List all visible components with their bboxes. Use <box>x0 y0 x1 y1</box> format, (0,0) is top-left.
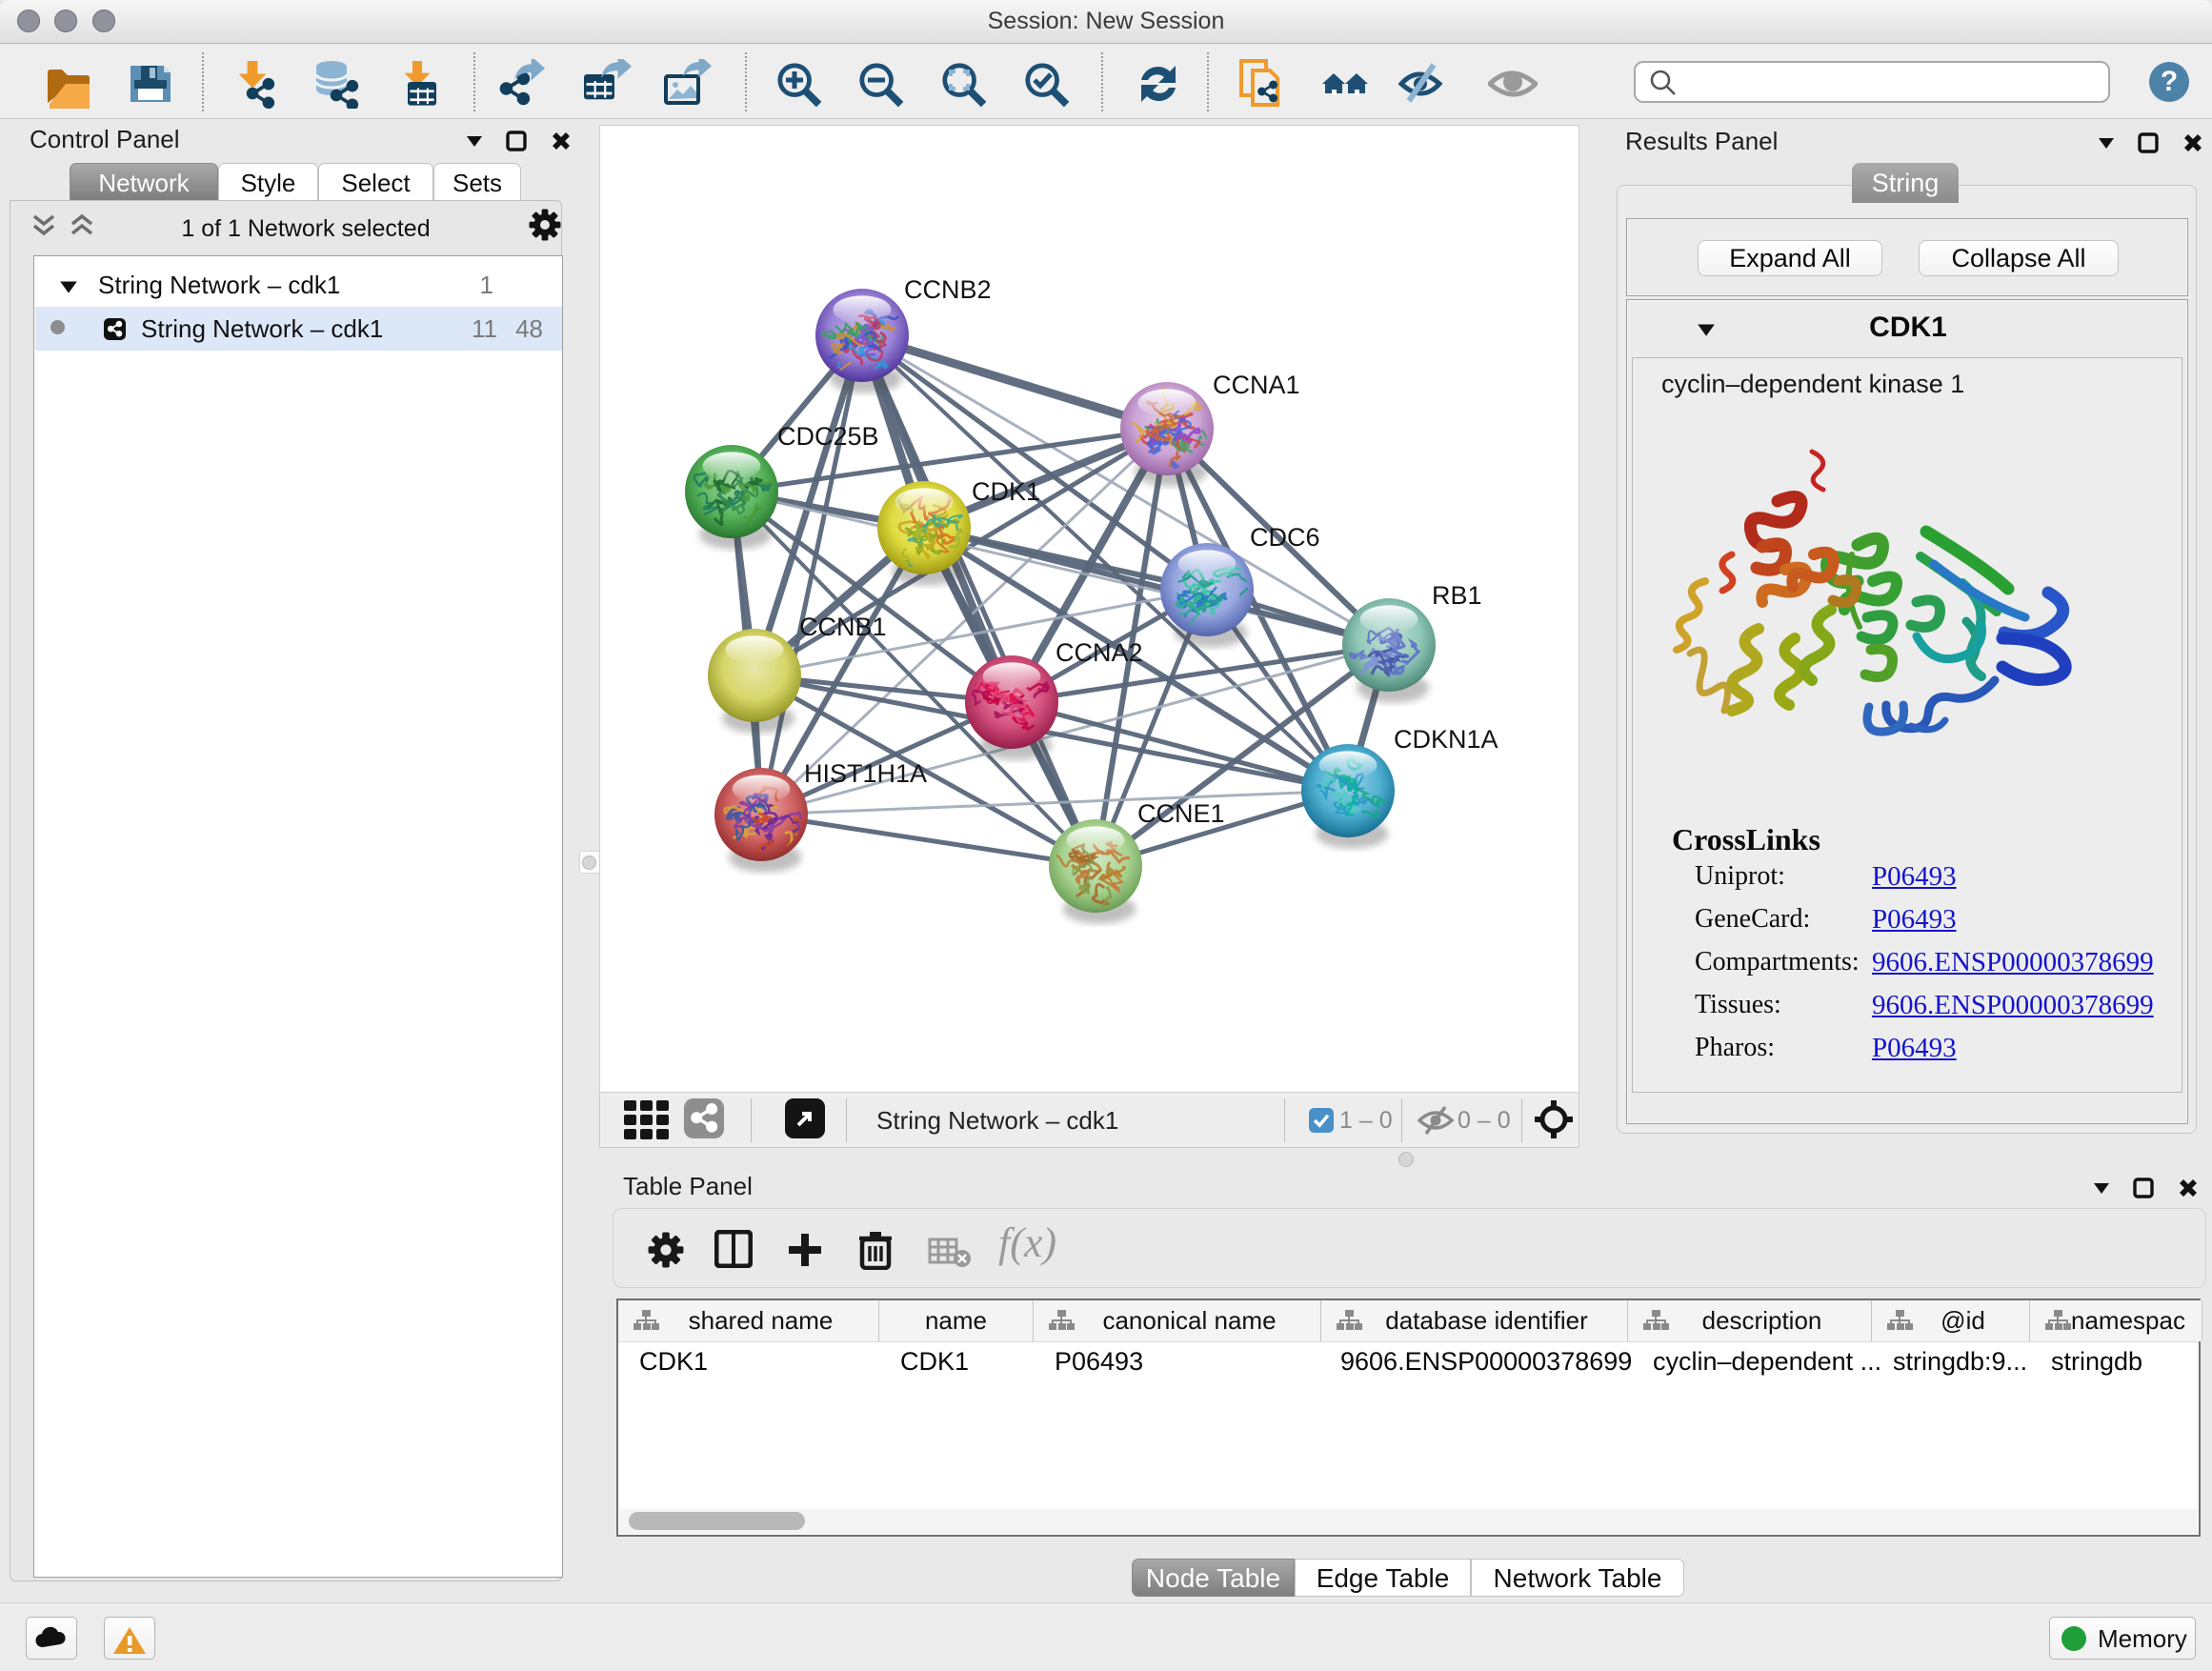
svg-text:CDKN1A: CDKN1A <box>1394 725 1498 754</box>
svg-text:HIST1H1A: HIST1H1A <box>804 759 927 788</box>
svg-text:CCNE1: CCNE1 <box>1137 799 1225 828</box>
svg-text:CDC6: CDC6 <box>1250 523 1320 552</box>
svg-text:RB1: RB1 <box>1432 581 1482 610</box>
svg-text:CDK1: CDK1 <box>972 477 1040 506</box>
svg-text:CDC25B: CDC25B <box>777 422 879 451</box>
svg-text:CCNB2: CCNB2 <box>904 275 992 304</box>
svg-text:CCNA2: CCNA2 <box>1056 638 1143 667</box>
svg-text:CCNB1: CCNB1 <box>799 613 887 641</box>
svg-text:CCNA1: CCNA1 <box>1213 371 1300 399</box>
